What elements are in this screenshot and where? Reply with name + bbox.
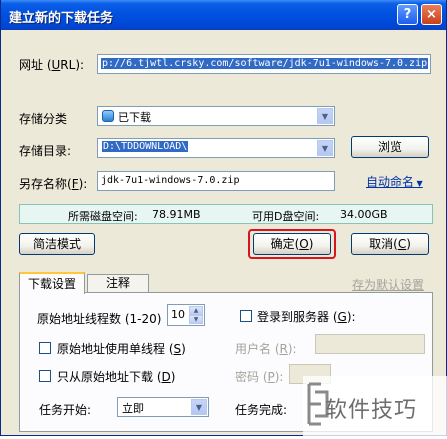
category-label: 存储分类 [19,112,68,126]
browse-button[interactable]: 浏览 [351,136,429,158]
category-value: 已下载 [118,111,151,124]
threads-stepper[interactable]: 10 ▲ ▼ [167,304,205,326]
task-finish-label: 任务完成: [235,403,288,417]
chevron-down-icon: ▼ [414,179,423,188]
username-label: 用户名 (R): [235,342,297,356]
task-start-value: 立即 [122,402,144,415]
title-bar[interactable]: 建立新的下载任务 ? × [1,0,446,30]
single-thread-checkbox[interactable] [39,342,51,354]
available-space-label: 可用D盘空间: [252,210,320,223]
directory-label: 存储目录: [19,144,72,158]
cancel-button[interactable]: 取消(C) [351,233,429,255]
chevron-down-icon[interactable]: ▼ [317,108,333,124]
help-button[interactable]: ? [397,4,418,25]
saveas-input[interactable]: jdk-7u1-windows-7.0.zip [97,171,335,191]
directory-select[interactable]: D:\TDDOWNLOAD\ ▼ [97,138,335,158]
close-button[interactable]: × [421,4,442,25]
login-checkbox[interactable] [240,310,252,322]
category-select[interactable]: 已下载 ▼ [97,106,335,126]
saveas-label: 另存名称(F): [19,177,88,191]
watermark: 软件技巧 [303,376,447,436]
task-start-label: 任务开始: [39,403,92,417]
tab-download-settings[interactable]: 下载设置 [19,272,85,294]
only-origin-label: 只从原始地址下载 (D) [57,370,176,384]
available-space-value: 34.00GB [340,208,388,221]
threads-value: 10 [171,308,185,321]
required-space-value: 78.91MB [152,208,201,221]
ok-button[interactable]: 确定(O) [253,233,331,255]
directory-value: D:\TDDOWNLOAD\ [102,141,189,152]
tab-comment[interactable]: 注释 [87,274,149,293]
save-default-link[interactable]: 存为默认设置 [352,276,424,293]
chevron-down-icon[interactable]: ▼ [317,140,333,156]
window-title: 建立新的下载任务 [9,11,114,26]
chevron-down-icon[interactable]: ▼ [191,399,207,415]
url-value: p://6.tjwtl.crsky.com/software/jdk-7u1-w… [101,58,429,69]
single-thread-label: 原始地址使用单线程 (S) [57,342,186,356]
url-label: 网址 (URL): [19,58,85,72]
auto-rename-link[interactable]: 自动命名 ▼ [366,173,423,190]
login-label: 登录到服务器 (G): [257,310,356,324]
watermark-text: 软件技巧 [325,398,418,423]
folder-category-icon [102,110,114,122]
simple-mode-button[interactable]: 简洁模式 [19,233,95,255]
disk-space-info: 所需磁盘空间: 78.91MB 可用D盘空间: 34.00GB [19,204,433,224]
username-input[interactable] [315,334,425,354]
arrow-up-icon[interactable]: ▲ [189,306,203,315]
new-download-dialog: 建立新的下载任务 ? × 网址 (URL): p://6.tjwtl.crsky… [0,0,447,436]
arrow-down-icon[interactable]: ▼ [189,315,203,324]
only-origin-checkbox[interactable] [39,370,51,382]
task-start-select[interactable]: 立即 ▼ [117,397,209,417]
url-input[interactable]: p://6.tjwtl.crsky.com/software/jdk-7u1-w… [97,54,431,74]
required-space-label: 所需磁盘空间: [68,210,138,223]
saveas-value: jdk-7u1-windows-7.0.zip [101,175,240,186]
threads-label: 原始地址线程数 (1-20) [37,312,162,326]
password-label: 密码 (P): [235,370,284,384]
